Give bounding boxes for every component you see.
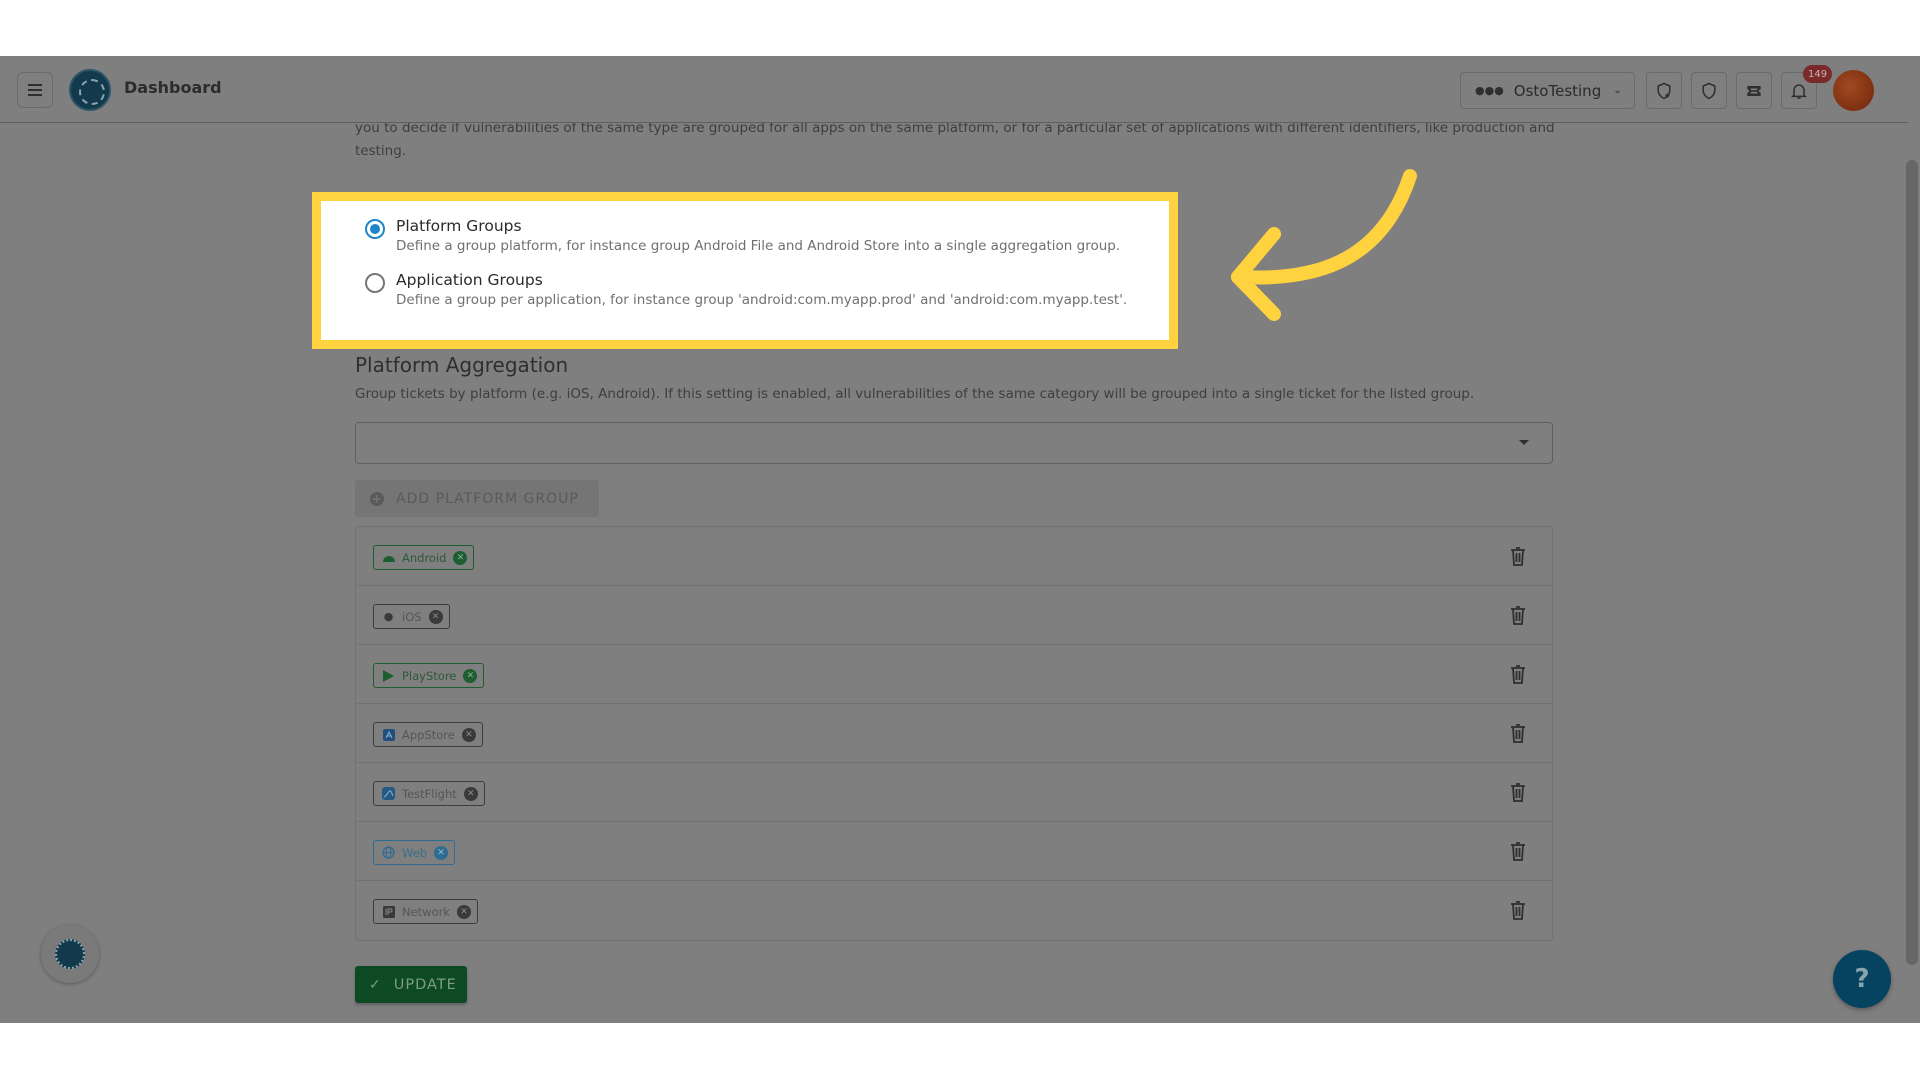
trash-icon[interactable] <box>1510 900 1526 920</box>
people-icon: ●●● <box>1475 84 1504 97</box>
platform-aggregation-description: Group tickets by platform (e.g. iOS, And… <box>355 386 1475 402</box>
assistant-logo-button[interactable] <box>41 925 99 983</box>
platform-group-row: PlayStore ✕ <box>356 645 1552 704</box>
platform-group-row: AppStore ✕ <box>356 704 1552 763</box>
platform-groups-list: Android ✕ ● iOS ✕ PlayStore ✕ AppStore ✕… <box>355 526 1553 941</box>
remove-chip-icon[interactable]: ✕ <box>453 550 468 565</box>
trash-icon[interactable] <box>1510 605 1526 625</box>
add-platform-group-button[interactable]: + ADD PLATFORM GROUP <box>355 480 599 517</box>
scrollbar[interactable] <box>1906 160 1918 965</box>
organization-selector[interactable]: ●●● OstoTesting ⌄ <box>1460 72 1635 109</box>
platform-chip-network[interactable]: Network ✕ <box>373 899 479 924</box>
top-margin <box>0 0 1920 56</box>
platform-chip-web[interactable]: Web ✕ <box>373 840 456 865</box>
annotation-arrow-icon <box>1231 169 1417 321</box>
radio-option-application-groups[interactable]: Application Groups Define a group per ap… <box>365 270 1127 310</box>
plus-circle-icon: + <box>370 491 384 506</box>
apple-icon: ● <box>383 610 394 623</box>
play-store-icon <box>382 669 395 682</box>
remove-chip-icon[interactable]: ✕ <box>434 845 449 860</box>
radio-button-unchecked[interactable] <box>365 273 385 293</box>
platform-select[interactable] <box>355 422 1553 464</box>
platform-group-row: TestFlight ✕ <box>356 763 1552 822</box>
menu-icon <box>28 89 42 91</box>
bell-icon <box>1790 83 1808 99</box>
update-button[interactable]: ✓ UPDATE <box>355 966 467 1003</box>
dashboard-title[interactable]: Dashboard <box>124 78 222 97</box>
help-button[interactable]: ? <box>1833 950 1891 1008</box>
remove-chip-icon[interactable]: ✕ <box>463 786 478 801</box>
remove-chip-icon[interactable]: ✕ <box>428 609 443 624</box>
logo[interactable] <box>69 69 111 111</box>
android-icon <box>382 551 395 564</box>
radio-button-checked[interactable] <box>365 219 385 239</box>
platform-chip-android[interactable]: Android ✕ <box>373 545 475 570</box>
remove-chip-icon[interactable]: ✕ <box>457 904 472 919</box>
bottom-margin <box>0 1023 1920 1080</box>
add-scan-button[interactable] <box>1646 72 1682 109</box>
security-button[interactable] <box>1691 72 1727 109</box>
platform-chip-appstore[interactable]: AppStore ✕ <box>373 722 483 747</box>
trash-icon[interactable] <box>1510 782 1526 802</box>
platform-group-row: ● iOS ✕ <box>356 586 1552 645</box>
app-header: Dashboard ●●● OstoTesting ⌄ 149 <box>0 56 1908 123</box>
radio-option-platform-groups[interactable]: Platform Groups Define a group platform,… <box>365 216 1120 256</box>
platform-group-row: Web ✕ <box>356 822 1552 881</box>
check-icon: ✓ <box>369 976 382 993</box>
platform-chip-playstore[interactable]: PlayStore ✕ <box>373 663 485 688</box>
organization-name: OstoTesting <box>1513 81 1602 100</box>
globe-icon <box>382 846 395 859</box>
chevron-down-icon: ⌄ <box>1613 85 1622 96</box>
ip-icon <box>382 905 395 918</box>
app-store-icon <box>382 728 395 741</box>
ticket-icon <box>1747 85 1761 96</box>
notification-badge: 149 <box>1803 65 1833 83</box>
trash-icon[interactable] <box>1510 546 1526 566</box>
trash-icon[interactable] <box>1510 841 1526 861</box>
tickets-button[interactable] <box>1736 72 1772 109</box>
platform-chip-testflight[interactable]: TestFlight ✕ <box>373 781 485 806</box>
testflight-icon <box>382 787 395 800</box>
menu-button[interactable] <box>17 72 53 108</box>
caret-down-icon <box>1519 440 1529 445</box>
platform-group-row: Network ✕ <box>356 881 1552 940</box>
platform-group-row: Android ✕ <box>356 527 1552 586</box>
platform-chip-ios[interactable]: ● iOS ✕ <box>373 604 450 629</box>
platform-aggregation-title: Platform Aggregation <box>355 353 569 377</box>
shield-icon <box>1702 82 1716 99</box>
trash-icon[interactable] <box>1510 664 1526 684</box>
trash-icon[interactable] <box>1510 723 1526 743</box>
aggregation-mode-radio-group: Platform Groups Define a group platform,… <box>312 192 1178 349</box>
avatar[interactable] <box>1833 70 1874 111</box>
shield-add-icon <box>1657 82 1671 99</box>
remove-chip-icon[interactable]: ✕ <box>461 727 476 742</box>
app-viewport: Dashboard ●●● OstoTesting ⌄ 149 Use this… <box>0 56 1920 1023</box>
remove-chip-icon[interactable]: ✕ <box>463 668 478 683</box>
